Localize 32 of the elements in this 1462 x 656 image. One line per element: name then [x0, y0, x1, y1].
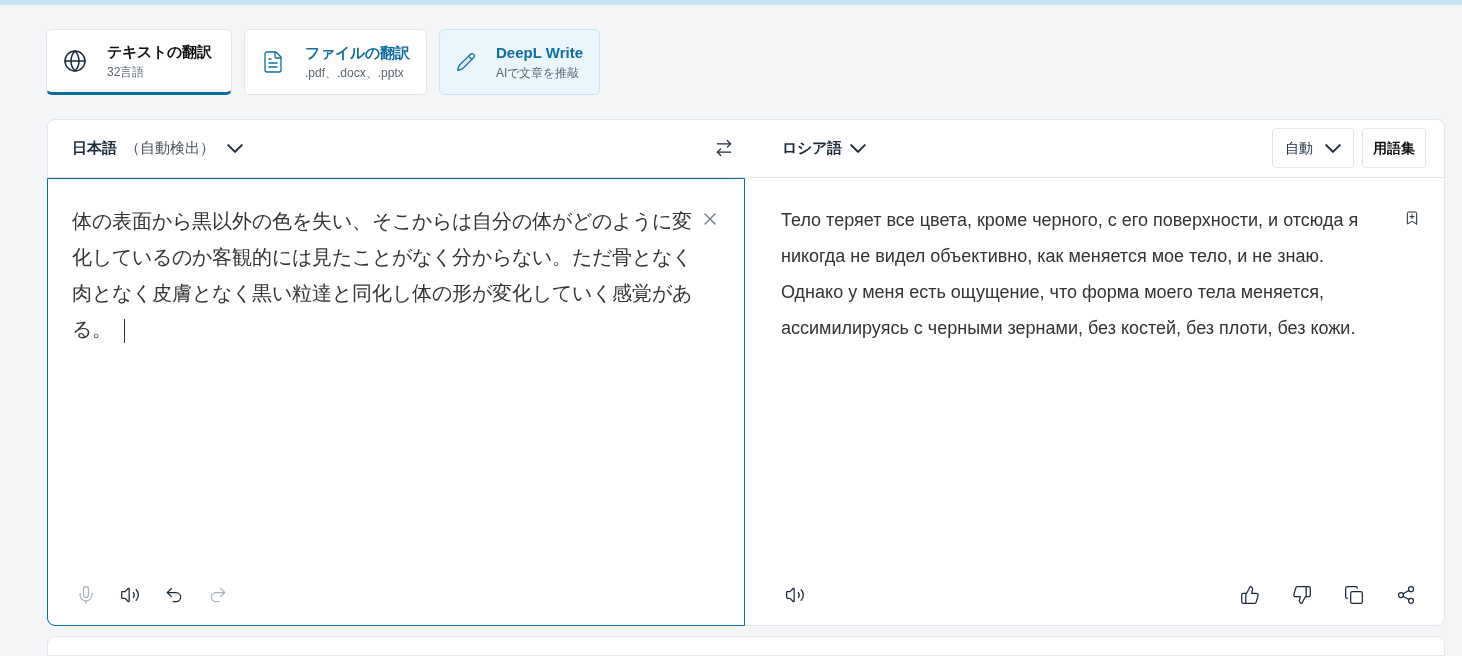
tab-title: ファイルの翻訳: [305, 42, 410, 63]
mode-tab[interactable]: テキストの翻訳 32言語: [46, 28, 232, 95]
tab-subtitle: AIで文章を推敲: [496, 65, 581, 83]
copy-icon: [1344, 585, 1364, 606]
tab-subtitle: 32言語: [107, 64, 146, 82]
tab-subtitle: .pdf、.docx、.pptx: [305, 65, 405, 83]
thumbs-down-icon: [1292, 585, 1312, 606]
glossary-button[interactable]: 用語集: [1362, 128, 1426, 169]
tab-title: DeepL Write: [496, 42, 583, 63]
source-language-dropdown[interactable]: 日本語 （自動検出）: [72, 137, 243, 160]
chevron-icon: [850, 143, 866, 153]
document-icon: [261, 49, 285, 74]
source-language: 日本語: [72, 138, 117, 159]
mode-tab[interactable]: ファイルの翻訳 .pdf、.docx、.pptx: [244, 28, 427, 95]
source-text: 体の表面から黒以外の色を失い、そこからは自分の体がどのように変化しているのか客観的には見たことがなく分からない。ただ骨となく肉となく皮膚となく黒い粒達と同化し体の形が変化していく感覚がある。: [72, 202, 694, 347]
swap-arrows-icon: [714, 138, 734, 159]
chevron-icon: [227, 143, 243, 153]
tab-title: テキストの翻訳: [107, 41, 212, 62]
mode-tab[interactable]: DeepL Write AIで文章を推敲: [439, 28, 600, 95]
thumbs-up-icon: [1240, 585, 1260, 606]
share-icon: [1396, 585, 1416, 606]
source-text-panel[interactable]: 体の表面から黒以外の色を失い、そこからは自分の体がどのように変化しているのか客観的には見たことがなく分からない。ただ骨となく肉となく皮膚となく黒い粒達と同化し体の形が変化していく感覚がある。: [47, 177, 745, 627]
target-language-dropdown[interactable]: ロシア語: [782, 137, 866, 160]
chevron-icon: [1325, 143, 1341, 153]
translated-text: Тело теряет все цвета, кроме черного, с его поверхности, и отсюда я никогда не видел объективно, как меняется мое тело, и не знаю. Однако у меня есть ощущение, что форма моего тела меняется, ассимилируясь с черными зернами, без костей, без плоти, без кожи.: [781, 208, 1360, 340]
globe-icon: [63, 48, 87, 73]
detect-note: （自動検出）: [125, 138, 215, 159]
formality-dropdown[interactable]: 自動: [1272, 128, 1354, 169]
pencil-icon: [456, 51, 476, 72]
bookmark-icon: [1404, 209, 1420, 226]
formality-label: 自動: [1285, 138, 1313, 158]
target-language: ロシア語: [782, 138, 842, 159]
